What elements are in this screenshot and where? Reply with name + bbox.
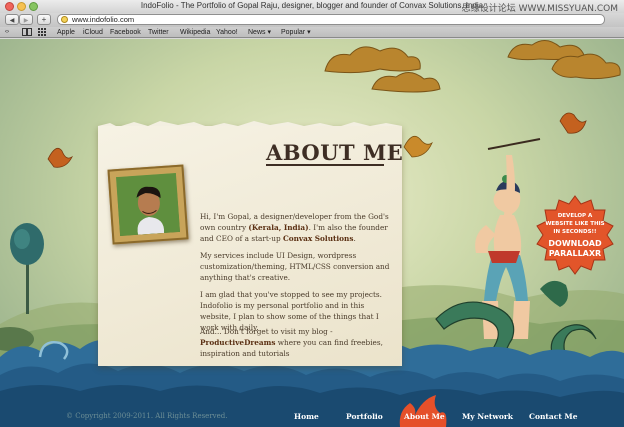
page-title: ABOUT ME	[266, 140, 404, 165]
bookmark-apple[interactable]: Apple	[57, 28, 75, 37]
blog-text: And... Don't forget to visit my blog -	[200, 327, 333, 336]
page-viewport: ABOUT ME Hi, I'm Gopal, a designer/devel…	[0, 39, 624, 427]
avatar	[116, 172, 180, 237]
about-card: ABOUT ME Hi, I'm Gopal, a designer/devel…	[98, 121, 404, 366]
forward-button[interactable]: ▶	[19, 14, 33, 25]
bookmarks-bar: ‹› Apple iCloud Facebook Twitter Wikiped…	[0, 27, 624, 38]
forward-icon: ▶	[23, 18, 29, 24]
book-icon[interactable]	[22, 28, 32, 39]
title-bar: IndoFolio - The Portfolio of Gopal Raju,…	[0, 0, 624, 14]
address-bar[interactable]: www.indofolio.com	[57, 14, 605, 25]
bookmark-facebook[interactable]: Facebook	[110, 28, 141, 37]
nav-my-network[interactable]: My Network	[462, 412, 513, 421]
company-link[interactable]: Convax Solutions	[283, 234, 353, 243]
promo-line-2: WEBSITE LIKE THIS	[545, 221, 605, 227]
cloud-icon	[507, 40, 621, 80]
nav-portfolio[interactable]: Portfolio	[346, 412, 383, 421]
promo-line-5: PARALLAXR	[548, 249, 602, 258]
nav-home[interactable]: Home	[294, 412, 319, 421]
cloud-icon	[324, 46, 441, 93]
promo-line-1: DEVELOP A	[557, 213, 593, 219]
promo-line-4: DOWNLOAD	[548, 239, 602, 248]
grid-icon[interactable]	[38, 28, 47, 39]
bookmark-icloud[interactable]: iCloud	[83, 28, 103, 37]
back-button[interactable]: ◀	[5, 14, 19, 25]
blog-paragraph: And... Don't forget to visit my blog - P…	[200, 326, 390, 359]
heading-underline	[266, 164, 384, 166]
add-tab-button[interactable]: +	[37, 14, 51, 25]
bookmark-twitter[interactable]: Twitter	[148, 28, 169, 37]
reader-icon[interactable]: ‹›	[5, 28, 9, 37]
bookmark-news[interactable]: News ▾	[248, 28, 271, 37]
tree-icon	[10, 223, 44, 314]
intro-paragraph: Hi, I'm Gopal, a designer/developer from…	[200, 211, 390, 244]
services-paragraph: My services include UI Design, wordpress…	[200, 251, 390, 282]
add-tab-icon: +	[41, 15, 47, 24]
address-bar-url: www.indofolio.com	[72, 15, 135, 24]
browser-window: IndoFolio - The Portfolio of Gopal Raju,…	[0, 0, 624, 427]
bird-icon	[559, 112, 587, 134]
badge-shape	[536, 195, 614, 275]
bird-icon	[47, 147, 74, 168]
download-parallaxr-badge[interactable]: DEVELOP A WEBSITE LIKE THIS IN SECONDS!!…	[534, 194, 616, 276]
browser-toolbar: ◀ ▶ + www.indofolio.com	[0, 13, 624, 27]
bird-icon	[403, 135, 433, 158]
bookmark-popular[interactable]: Popular ▾	[281, 28, 311, 37]
copyright-text: © Copyright 2009-2011. All Rights Reserv…	[66, 412, 228, 420]
bookmark-yahoo[interactable]: Yahoo!	[216, 28, 238, 37]
nav-about-me[interactable]: About Me	[404, 412, 445, 421]
bookmark-wikipedia[interactable]: Wikipedia	[180, 28, 210, 37]
profile-photo-frame	[107, 164, 189, 245]
location-text: (Kerala, India)	[248, 223, 309, 232]
back-icon: ◀	[9, 18, 15, 24]
intro-text-end: .	[353, 234, 356, 243]
blog-link[interactable]: ProductiveDreams	[200, 338, 275, 347]
site-icon	[61, 16, 68, 23]
nav-contact-me[interactable]: Contact Me	[529, 412, 577, 421]
promo-line-3: IN SECONDS!!	[553, 229, 597, 235]
